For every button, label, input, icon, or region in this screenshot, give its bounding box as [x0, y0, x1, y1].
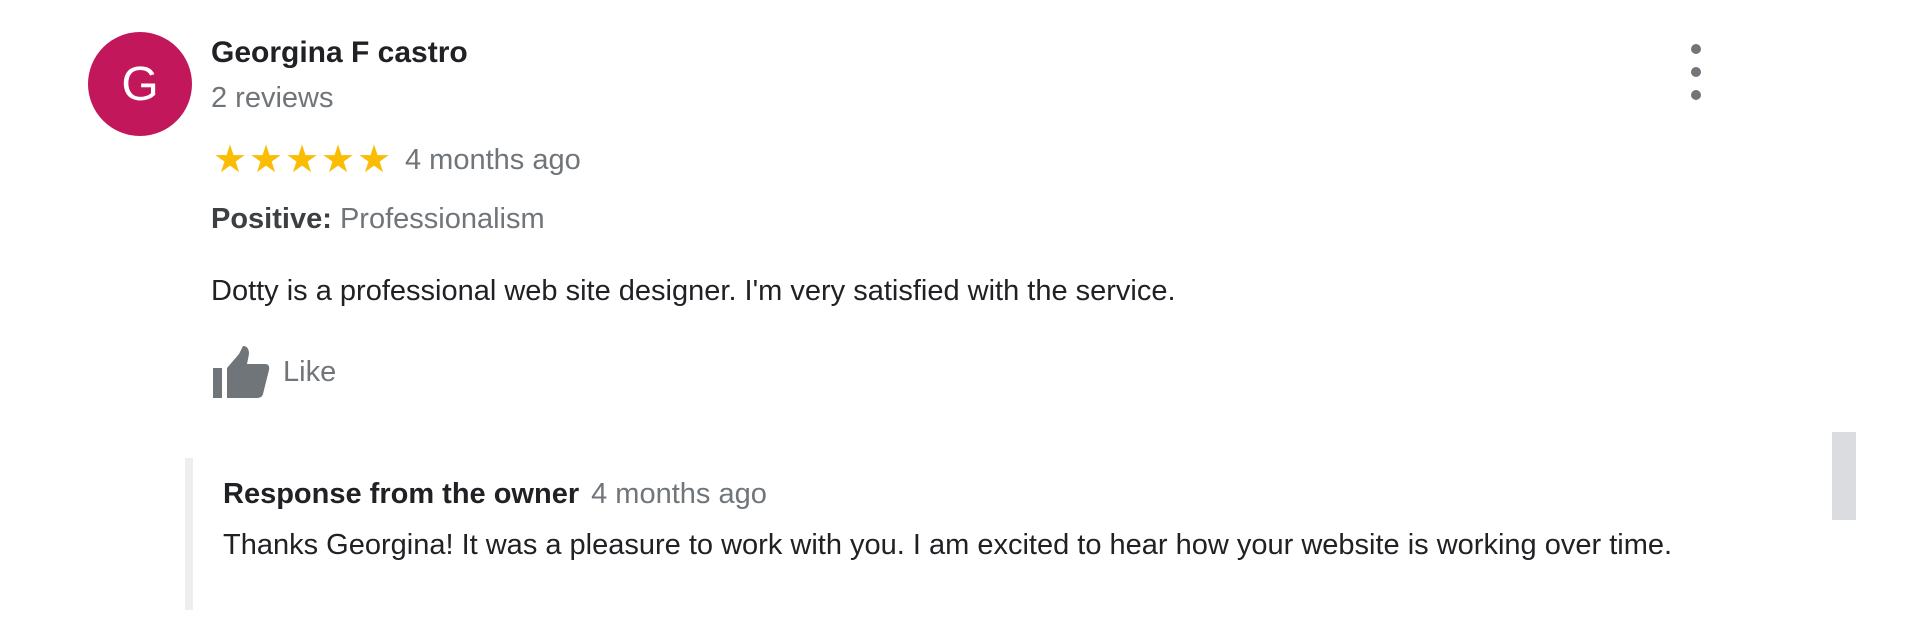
- scrollbar-thumb[interactable]: [1832, 432, 1856, 520]
- review-card: G Georgina F castro 2 reviews ★ ★ ★ ★ ★ 4 mo…: [0, 0, 1920, 626]
- review-count[interactable]: 2 reviews: [211, 82, 334, 115]
- owner-response-title: Response from the owner: [223, 478, 580, 510]
- star-rating: ★ ★ ★ ★ ★: [211, 140, 391, 180]
- more-vert-icon-dot: [1691, 90, 1701, 100]
- more-vert-icon: [1691, 44, 1701, 54]
- like-button[interactable]: Like: [211, 344, 336, 400]
- star-icon: ★: [212, 139, 247, 181]
- attribute-label: Positive:: [211, 203, 332, 235]
- review-time: 4 months ago: [405, 143, 581, 176]
- star-icon: ★: [320, 139, 355, 181]
- owner-response-header: Response from the owner 4 months ago: [223, 478, 767, 511]
- more-options-button[interactable]: [1680, 44, 1712, 100]
- owner-response: Response from the owner 4 months ago Tha…: [185, 458, 1773, 610]
- more-vert-icon-dot: [1691, 67, 1701, 77]
- rating-row: ★ ★ ★ ★ ★ 4 months ago: [211, 140, 581, 180]
- star-icon: ★: [284, 139, 319, 181]
- review-attribute: Positive: Professionalism: [211, 203, 545, 236]
- owner-response-text: Thanks Georgina! It was a pleasure to wo…: [223, 529, 1673, 561]
- thumbs-up-icon: [213, 346, 270, 398]
- attribute-value: Professionalism: [339, 203, 545, 235]
- like-label: Like: [283, 355, 337, 388]
- avatar[interactable]: G: [88, 32, 192, 136]
- star-icon: ★: [356, 139, 391, 181]
- avatar-initial: G: [121, 57, 159, 111]
- review-text: Dotty is a professional web site designe…: [211, 275, 1176, 307]
- owner-response-time: 4 months ago: [591, 478, 767, 510]
- author-name[interactable]: Georgina F castro: [211, 36, 468, 70]
- star-icon: ★: [248, 139, 283, 181]
